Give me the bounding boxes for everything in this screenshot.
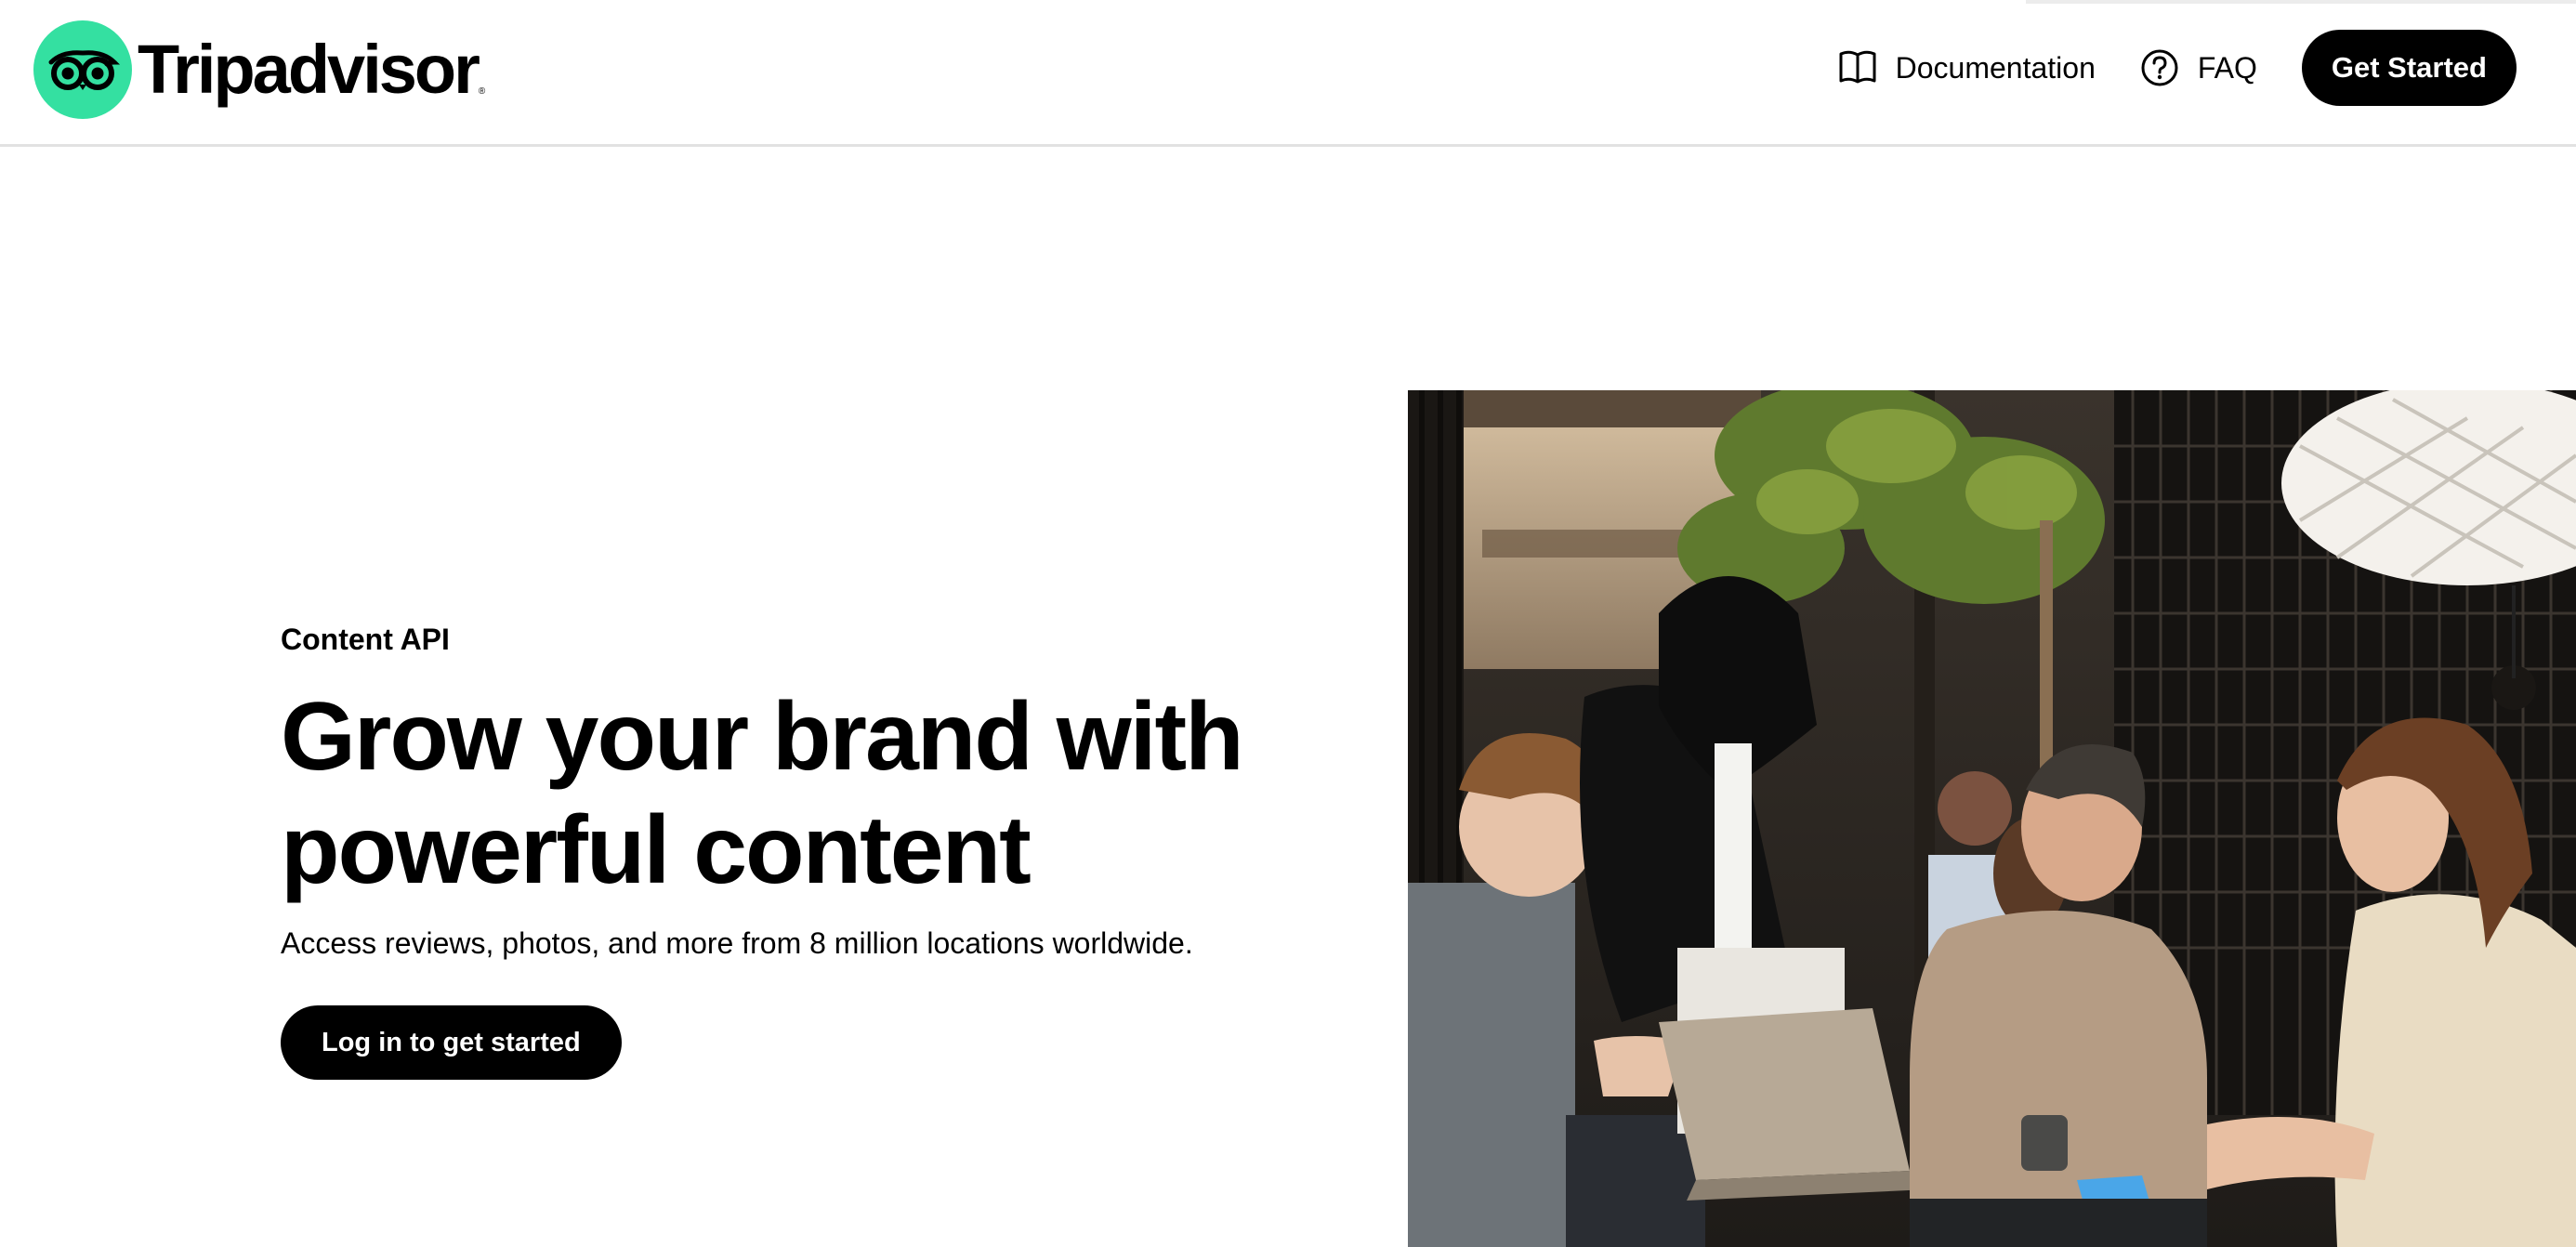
hero-headline-line-1: Grow your brand with [281, 683, 1244, 791]
hero-headline: Grow your brand with powerful content [281, 680, 1377, 907]
nav-documentation-link[interactable]: Documentation [1838, 50, 2096, 85]
nav-faq-label: FAQ [2197, 50, 2257, 85]
owl-eyes-icon [33, 20, 132, 119]
header-overlay-shadow [2026, 0, 2576, 4]
hero-eyebrow: Content API [281, 623, 450, 656]
nav-faq-link[interactable]: FAQ [2140, 48, 2257, 87]
book-icon [1838, 50, 1877, 85]
hero-photo [1408, 390, 2576, 1247]
logo-wordmark: Tripadvisor [138, 31, 480, 108]
site-header: Tripadvisor ® Documentation FAQ Get Star… [0, 0, 2576, 147]
nav-documentation-label: Documentation [1895, 50, 2096, 85]
hero-headline-line-2: powerful content [281, 796, 1032, 904]
hero-subtext: Access reviews, photos, and more from 8 … [281, 926, 1193, 960]
get-started-button[interactable]: Get Started [2301, 30, 2517, 106]
login-to-get-started-button[interactable]: Log in to get started [281, 1005, 622, 1080]
top-nav: Documentation FAQ Get Started [1838, 30, 2517, 106]
hero-text-block: Content API Grow your brand with powerfu… [281, 617, 1377, 1080]
question-circle-icon [2140, 48, 2179, 87]
registered-mark: ® [478, 86, 486, 97]
tripadvisor-logo-link[interactable]: Tripadvisor ® [33, 20, 485, 119]
